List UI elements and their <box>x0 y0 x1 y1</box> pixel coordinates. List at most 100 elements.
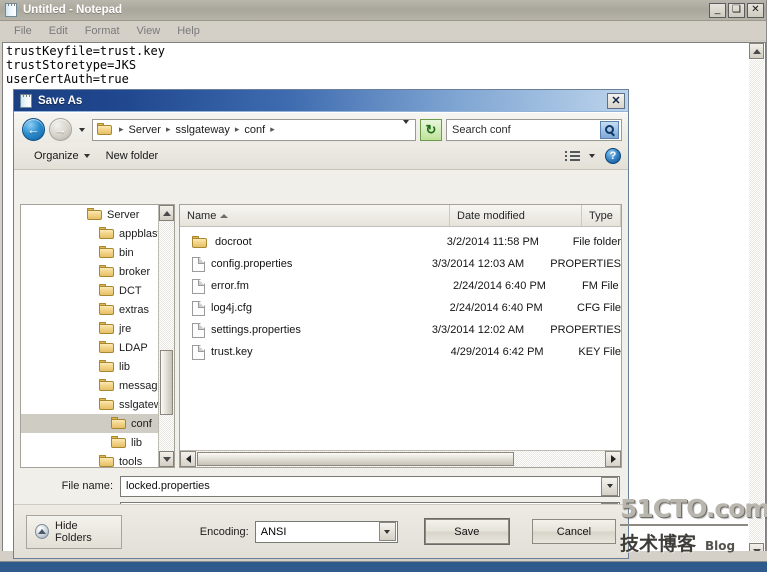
tree-item-lib-nested[interactable]: lib <box>21 433 174 452</box>
tree-item-lib[interactable]: lib <box>21 357 174 376</box>
tree-item-message[interactable]: message <box>21 376 174 395</box>
file-type-cell: CFG File <box>577 302 621 314</box>
table-row[interactable]: log4j.cfg 2/24/2014 6:40 PM CFG File <box>180 297 621 319</box>
chevron-up-icon <box>35 524 50 539</box>
tree-item-sslgateway[interactable]: sslgatew <box>21 395 174 414</box>
recent-locations-button[interactable] <box>76 127 88 132</box>
tree-item-label: message <box>119 379 164 392</box>
column-header-date-modified[interactable]: Date modified <box>450 205 582 226</box>
file-type-cell: FM File <box>582 280 619 292</box>
folder-icon <box>87 208 103 221</box>
tree-item-appblast[interactable]: appblast <box>21 224 174 243</box>
view-options-button[interactable] <box>589 154 595 158</box>
tree-item-label: appblast <box>119 227 161 240</box>
refresh-button[interactable]: ↻ <box>420 118 442 141</box>
tree-item-conf[interactable]: conf <box>21 414 174 433</box>
scrollbar-track[interactable] <box>749 60 764 542</box>
tree-item-extras[interactable]: extras <box>21 300 174 319</box>
notepad-vertical-scrollbar[interactable] <box>749 42 766 560</box>
table-row[interactable]: config.properties 3/3/2014 12:03 AM PROP… <box>180 253 621 275</box>
address-dropdown-button[interactable] <box>403 119 411 136</box>
hscrollbar-thumb[interactable] <box>197 452 514 466</box>
table-row[interactable]: settings.properties 3/3/2014 12:02 AM PR… <box>180 319 621 341</box>
tree-item-dct[interactable]: DCT <box>21 281 174 300</box>
save-button[interactable]: Save <box>424 519 509 544</box>
tree-item-bin[interactable]: bin <box>21 243 174 262</box>
tree-item-label: lib <box>119 360 131 373</box>
menu-file[interactable]: File <box>6 23 40 39</box>
minimize-button[interactable]: _ <box>709 2 726 18</box>
dialog-close-button[interactable]: ✕ <box>607 92 625 109</box>
breadcrumb-sslgateway[interactable]: sslgateway <box>174 124 230 136</box>
hscroll-right-button[interactable] <box>605 451 621 467</box>
tree-item-ldap[interactable]: LDAP <box>21 338 174 357</box>
dialog-action-bar: Hide Folders Encoding: ANSI Save Cancel <box>14 504 628 558</box>
menu-format[interactable]: Format <box>77 23 128 39</box>
back-button[interactable]: ← <box>22 118 45 141</box>
menu-help[interactable]: Help <box>169 23 208 39</box>
menu-view[interactable]: View <box>129 23 169 39</box>
organize-button[interactable]: Organize <box>26 147 98 165</box>
file-name-cell: settings.properties <box>180 322 429 338</box>
list-view-icon[interactable] <box>565 150 581 163</box>
tree-item-tools[interactable]: tools <box>21 452 174 468</box>
file-list-header: Name Date modified Type <box>180 205 621 227</box>
tree-scroll-up-button[interactable] <box>159 205 174 221</box>
file-name-dropdown-button[interactable] <box>601 476 618 496</box>
notepad-icon <box>4 3 18 17</box>
tree-vertical-scrollbar[interactable] <box>158 205 174 467</box>
folder-icon <box>99 398 115 411</box>
dialog-titlebar: Save As ✕ <box>14 90 628 112</box>
file-name-label: settings.properties <box>211 324 301 336</box>
cancel-button[interactable]: Cancel <box>531 519 616 544</box>
tree-scroll-down-button[interactable] <box>159 451 174 467</box>
file-name-cell: config.properties <box>180 256 429 272</box>
new-folder-button[interactable]: New folder <box>98 147 167 165</box>
close-button[interactable]: ✕ <box>747 2 764 18</box>
scroll-up-button[interactable] <box>749 43 764 59</box>
breadcrumb-separator-0: ▸ <box>119 124 124 134</box>
table-row[interactable]: trust.key 4/29/2014 6:42 PM KEY File <box>180 341 621 363</box>
encoding-dropdown-button[interactable] <box>378 522 396 541</box>
folder-icon <box>111 436 127 449</box>
tree-item-jre[interactable]: jre <box>21 319 174 338</box>
encoding-select[interactable]: ANSI <box>254 520 398 543</box>
folder-icon <box>97 123 113 136</box>
tree-item-label: extras <box>119 303 149 316</box>
hide-folders-button[interactable]: Hide Folders <box>26 514 122 549</box>
column-header-type[interactable]: Type <box>582 205 621 226</box>
file-name-row: File name: locked.properties <box>22 475 620 497</box>
tree-scrollbar-thumb[interactable] <box>160 350 173 415</box>
tree-item-server[interactable]: Server <box>21 205 174 224</box>
file-list-horizontal-scrollbar[interactable] <box>180 450 621 467</box>
breadcrumb-address-bar[interactable]: ▸ Server ▸ sslgateway ▸ conf ▸ <box>92 118 416 141</box>
navigation-tree-pane[interactable]: Server appblast bin broker DCT extras jr… <box>20 204 175 468</box>
search-input[interactable]: Search conf <box>446 118 622 141</box>
forward-button[interactable]: → <box>49 118 72 141</box>
menu-edit[interactable]: Edit <box>41 23 76 39</box>
file-name-cell: docroot <box>180 235 444 249</box>
file-date-cell: 3/2/2014 11:58 PM <box>446 236 539 248</box>
folder-icon <box>99 322 115 335</box>
file-list-pane[interactable]: Name Date modified Type docroot 3/2/2014… <box>179 204 622 468</box>
breadcrumb-separator-3: ▸ <box>270 124 275 134</box>
folder-icon <box>99 303 115 316</box>
table-row[interactable]: docroot 3/2/2014 11:58 PM File folder <box>180 231 621 253</box>
file-name-label: error.fm <box>211 280 249 292</box>
tree-item-broker[interactable]: broker <box>21 262 174 281</box>
file-name-label: trust.key <box>211 346 253 358</box>
breadcrumb-server[interactable]: Server <box>128 124 162 136</box>
tree-item-label: tools <box>119 455 143 468</box>
help-icon[interactable]: ? <box>605 148 621 164</box>
breadcrumb-conf[interactable]: conf <box>243 124 266 136</box>
minimize-icon: _ <box>714 4 721 15</box>
search-icon[interactable] <box>600 120 619 139</box>
tree-item-label: sslgatew <box>119 398 162 411</box>
file-name-input[interactable]: locked.properties <box>120 475 620 497</box>
column-header-name[interactable]: Name <box>180 205 450 226</box>
file-name-value: locked.properties <box>126 480 210 492</box>
hscroll-left-button[interactable] <box>180 451 196 467</box>
encoding-group: Encoding: ANSI <box>200 520 398 543</box>
maximize-button[interactable]: ❑ <box>728 2 745 18</box>
table-row[interactable]: error.fm 2/24/2014 6:40 PM FM File <box>180 275 621 297</box>
